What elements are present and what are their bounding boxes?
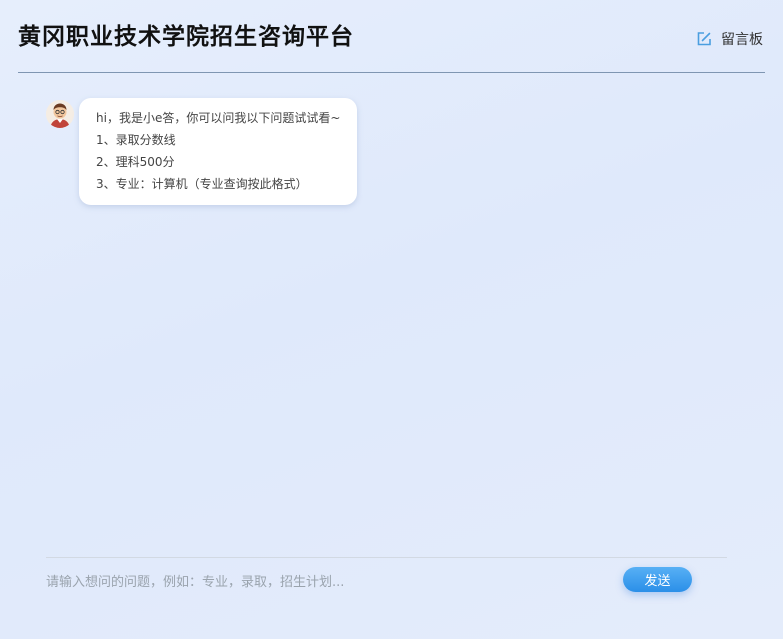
bot-message: hi，我是小e答，你可以问我以下问题试试看~ 1、录取分数线 2、理科500分 …	[46, 98, 737, 205]
question-input[interactable]	[46, 567, 566, 597]
input-row: 发送	[46, 566, 727, 598]
page-title: 黄冈职业技术学院招生咨询平台	[18, 24, 354, 50]
message-line: 1、录取分数线	[96, 133, 176, 147]
message-bubble: hi，我是小e答，你可以问我以下问题试试看~ 1、录取分数线 2、理科500分 …	[79, 98, 358, 205]
message-line: hi，我是小e答，你可以问我以下问题试试看~	[96, 111, 341, 125]
message-line: 3、专业：计算机（专业查询按此格式）	[96, 177, 308, 191]
guestbook-label: 留言板	[721, 32, 763, 48]
guestbook-link[interactable]: 留言板	[696, 29, 763, 49]
send-button[interactable]: 发送	[623, 567, 692, 592]
header: 黄冈职业技术学院招生咨询平台 留言板	[18, 0, 765, 73]
message-line: 2、理科500分	[96, 155, 175, 169]
input-divider	[46, 557, 727, 558]
bot-avatar	[46, 100, 74, 128]
chat-area: hi，我是小e答，你可以问我以下问题试试看~ 1、录取分数线 2、理科500分 …	[46, 98, 737, 205]
edit-icon	[696, 31, 712, 47]
